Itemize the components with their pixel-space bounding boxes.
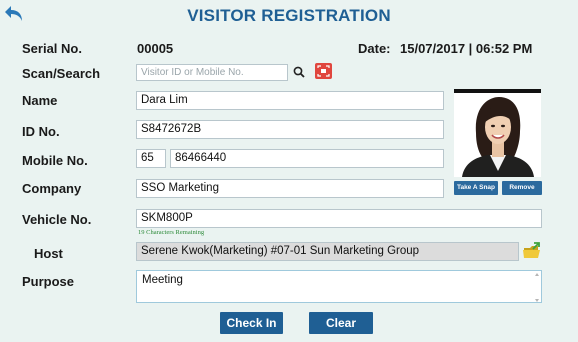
host-input[interactable]: Serene Kwok(Marketing) #07-01 Sun Market… xyxy=(136,242,519,261)
host-label: Host xyxy=(34,246,63,261)
company-input[interactable]: SSO Marketing xyxy=(136,179,444,198)
company-label: Company xyxy=(22,181,82,196)
take-a-snap-button[interactable]: Take A Snap xyxy=(454,181,498,195)
scan-search-input[interactable]: Visitor ID or Mobile No. xyxy=(136,64,288,81)
name-input[interactable]: Dara Lim xyxy=(136,91,444,110)
id-no-input[interactable]: S8472672B xyxy=(136,120,444,139)
serial-value: 00005 xyxy=(137,41,174,56)
page-title: VISITOR REGISTRATION xyxy=(187,6,391,25)
clear-button[interactable]: Clear xyxy=(309,312,373,334)
check-in-button[interactable]: Check In xyxy=(220,312,283,334)
vehicle-input[interactable]: SKM800P xyxy=(136,209,542,228)
purpose-text: Meeting xyxy=(142,274,183,286)
mobile-label: Mobile No. xyxy=(22,153,88,168)
scan-search-label: Scan/Search xyxy=(22,66,101,81)
vehicle-char-hint: 19 Characters Remaining xyxy=(138,229,205,236)
date-label: Date: xyxy=(358,41,391,56)
id-no-label: ID No. xyxy=(22,124,60,139)
visitor-portrait-image xyxy=(454,93,541,177)
purpose-label: Purpose xyxy=(22,274,75,289)
folder-open-icon[interactable] xyxy=(522,241,542,261)
scan-icon[interactable] xyxy=(315,63,332,79)
remove-photo-button[interactable]: Remove xyxy=(502,181,542,195)
date-value: 15/07/2017 | 06:52 PM xyxy=(400,41,533,56)
serial-label: Serial No. xyxy=(22,41,82,56)
vehicle-label: Vehicle No. xyxy=(22,212,92,227)
country-code-input[interactable]: 65 xyxy=(136,149,166,168)
purpose-textarea[interactable]: Meeting xyxy=(136,270,542,303)
purpose-scrollbar[interactable] xyxy=(534,272,540,303)
mobile-number-input[interactable]: 86466440 xyxy=(170,149,444,168)
search-icon[interactable] xyxy=(293,66,305,78)
visitor-photo xyxy=(454,89,541,177)
name-label: Name xyxy=(22,93,58,108)
